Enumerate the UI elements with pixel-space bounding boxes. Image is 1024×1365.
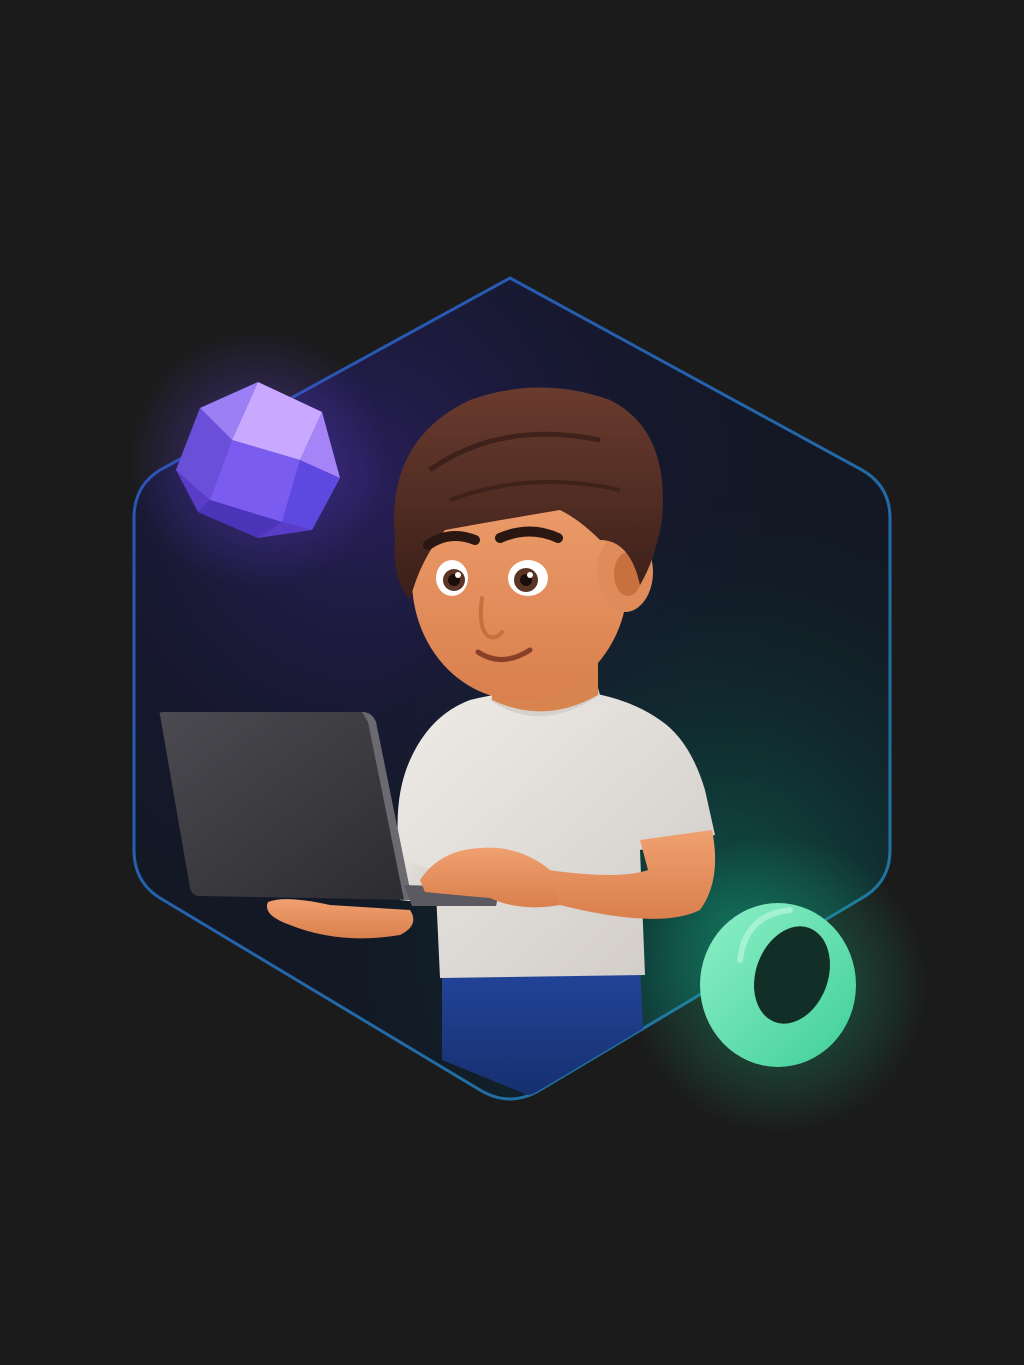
- green-ring-icon: [700, 903, 856, 1067]
- illustration-canvas: [0, 0, 1024, 1365]
- illustration-scene: [128, 276, 928, 1135]
